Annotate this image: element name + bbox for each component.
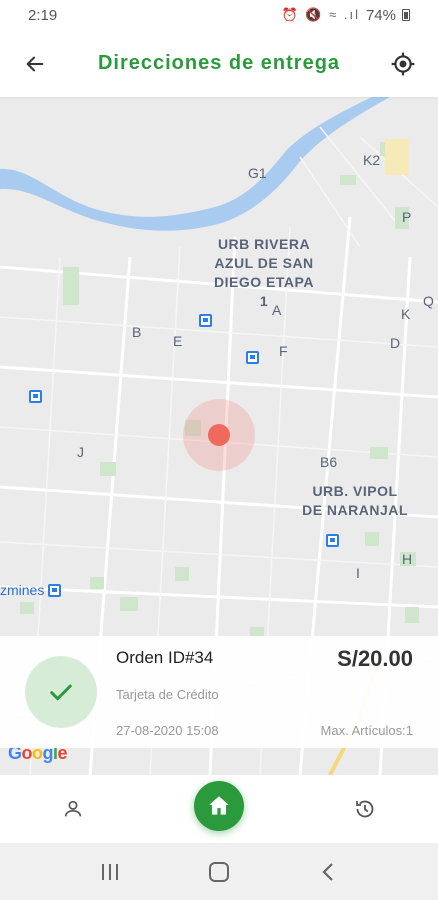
map-label-line: URB RIVERA [217, 236, 311, 252]
status-time: 2:19 [28, 6, 58, 24]
map-letter-j: J [77, 444, 84, 460]
order-id: Orden ID#34 [116, 648, 214, 667]
page-title: Direcciones de entrega [97, 52, 341, 74]
chevron-left-icon [322, 862, 334, 881]
bus-stop-icon[interactable] [29, 390, 42, 403]
nav-history-button[interactable] [351, 795, 379, 823]
nav-profile-button[interactable] [59, 795, 87, 823]
user-icon [64, 800, 82, 817]
map-letter-k2: K2 [363, 152, 381, 168]
bus-stop-icon[interactable] [48, 583, 62, 597]
arrow-left-icon [26, 56, 44, 71]
home-square-icon [208, 861, 229, 882]
order-payment-method: Tarjeta de Crédito [116, 687, 219, 702]
map-letter-d: D [390, 335, 401, 351]
location-marker-icon[interactable] [208, 424, 230, 446]
battery-percent: 74% [365, 6, 396, 24]
history-icon [356, 800, 374, 818]
map-letter-i: I [356, 565, 360, 581]
home-system-button[interactable] [199, 852, 239, 892]
map-label-urb-rivera: URB RIVERA AZUL DE SAN DIEGO ETAPA 1 [214, 235, 314, 311]
back-button[interactable] [20, 49, 50, 79]
app-header: Direcciones de entrega [0, 30, 438, 97]
map-letter-e: E [173, 333, 183, 349]
map-label-line: AZUL DE SAN [214, 255, 314, 271]
map-label-line: DE NARANJAL [302, 502, 408, 518]
recent-apps-icon [101, 863, 118, 880]
nav-home-button[interactable] [194, 781, 244, 831]
map-place-label: zmines [0, 582, 62, 598]
order-status-badge [25, 656, 97, 728]
bus-stop-icon[interactable] [246, 351, 259, 364]
map-letter-h: H [402, 551, 413, 567]
order-total: S/20.00 [337, 646, 413, 671]
map-letter-g1: G1 [248, 165, 267, 181]
order-card[interactable]: Orden ID#34 S/20.00 Tarjeta de Crédito 2… [0, 636, 438, 748]
bus-stop-icon[interactable] [199, 314, 212, 327]
bottom-nav [0, 775, 438, 843]
my-location-button[interactable] [388, 49, 418, 79]
my-location-icon [391, 52, 415, 75]
status-icons: ⏰ 🔇 ≈ .ıl [281, 7, 360, 22]
home-icon [209, 796, 229, 815]
map-letter-b6: B6 [320, 454, 338, 470]
map-letter-b: B [132, 324, 142, 340]
map-letter-f: F [279, 343, 288, 359]
screen: 2:19 ⏰ 🔇 ≈ .ıl 74% Direcciones de entreg… [0, 0, 438, 900]
status-right: ⏰ 🔇 ≈ .ıl 74% [281, 6, 410, 24]
map-letter-p: P [402, 209, 412, 225]
system-nav-bar [0, 843, 438, 900]
check-icon [50, 684, 72, 701]
recent-apps-button[interactable] [90, 852, 130, 892]
bus-stop-icon[interactable] [326, 534, 339, 547]
map-letter-a: A [272, 302, 282, 318]
order-date: 27-08-2020 15:08 [116, 723, 219, 738]
map-label-urb-vipol: URB. VIPOL DE NARANJAL [290, 482, 420, 520]
map-letter-k: K [401, 306, 411, 322]
place-label-text: zmines [0, 582, 45, 598]
back-system-button[interactable] [308, 852, 348, 892]
map-label-line: DIEGO ETAPA 1 [214, 274, 314, 309]
map-label-line: URB. VIPOL [312, 483, 398, 499]
map-letter-q: Q [423, 293, 434, 309]
status-bar: 2:19 ⏰ 🔇 ≈ .ıl 74% [0, 0, 438, 30]
order-max-items: Max. Artículos:1 [320, 723, 413, 738]
battery-icon [402, 9, 410, 21]
